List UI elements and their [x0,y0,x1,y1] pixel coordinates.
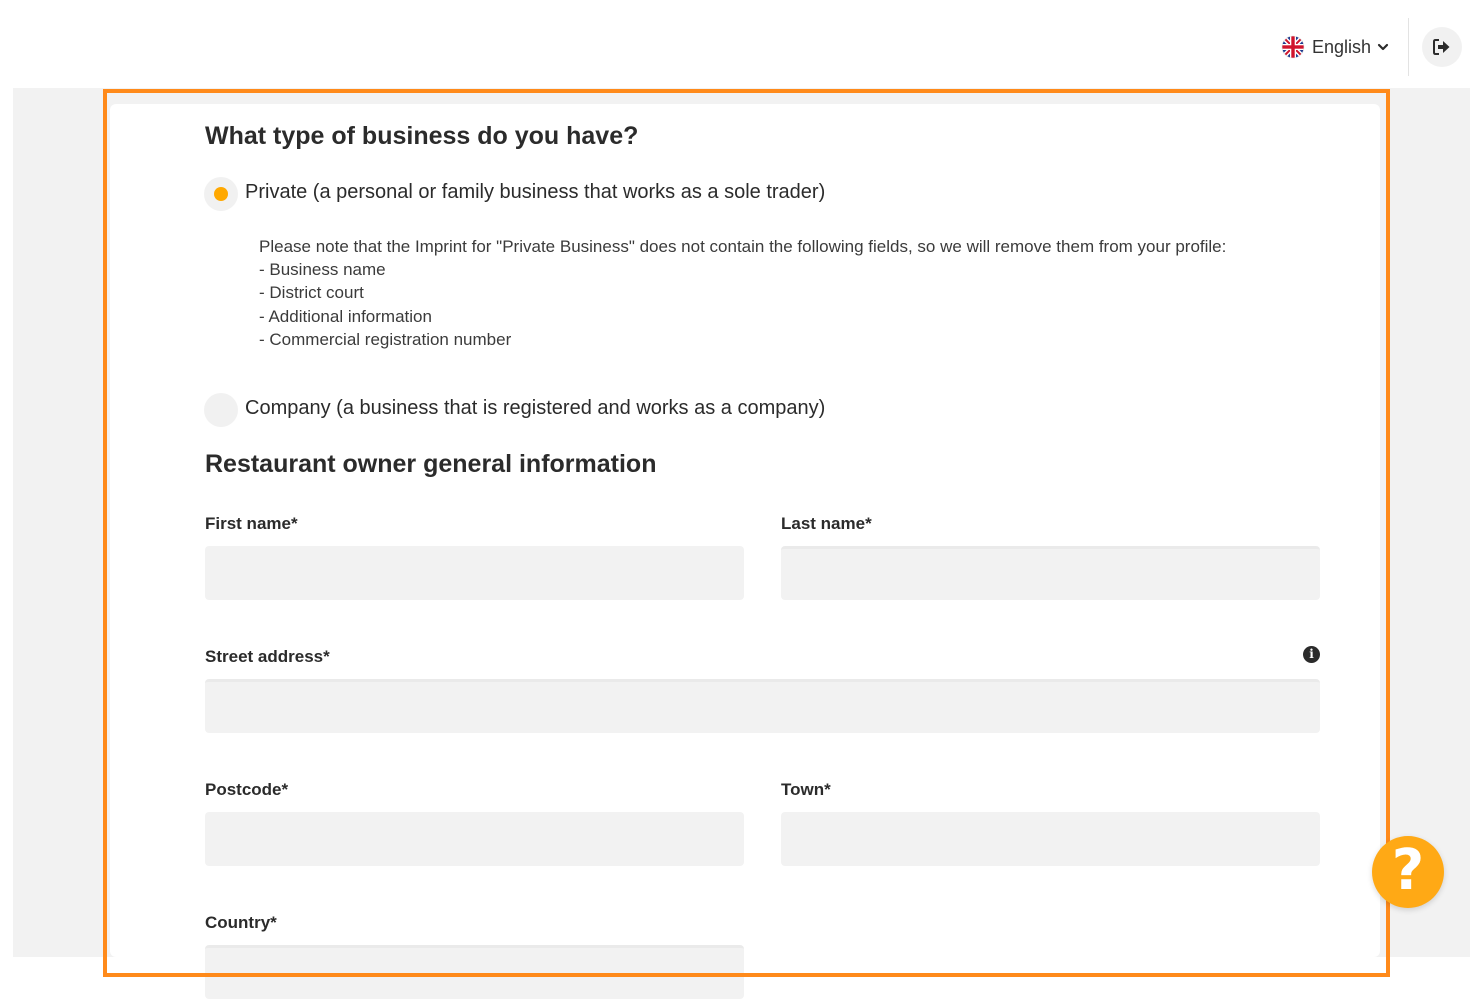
top-bar: English [0,0,1470,88]
first-name-field[interactable] [205,546,744,600]
header-divider [1408,18,1409,76]
street-address-field[interactable] [205,679,1320,733]
country-label: Country* [205,913,277,932]
last-name-field[interactable] [781,546,1320,600]
uk-flag-icon [1281,35,1305,59]
private-business-note: Please note that the Imprint for "Privat… [259,235,1279,351]
private-radio[interactable] [204,177,238,211]
question-mark-icon: ? [1391,838,1425,903]
language-label[interactable]: English [1312,37,1371,58]
note-text: Please note that the Imprint for "Privat… [259,237,1227,256]
street-address-label: Street address* [205,647,330,666]
help-button[interactable]: ? [1372,836,1444,908]
note-item: - Business name [259,260,386,280]
postcode-field[interactable] [205,812,744,866]
note-item: - District court [259,283,364,303]
country-field[interactable] [205,945,744,999]
town-label: Town* [781,780,831,799]
last-name-label: Last name* [781,514,872,533]
radio-selected-dot [214,187,228,201]
postcode-label: Postcode* [205,780,289,799]
town-field[interactable] [781,812,1320,866]
logout-button[interactable] [1422,27,1462,67]
company-option-label[interactable]: Company (a business that is registered a… [245,397,825,420]
private-option-label[interactable]: Private (a personal or family business t… [245,181,825,204]
chevron-down-icon [1377,43,1389,51]
language-selector[interactable]: English [1281,34,1389,60]
info-circle-icon[interactable]: i [1303,646,1320,663]
business-type-heading: What type of business do you have? [205,122,639,150]
first-name-label: First name* [205,514,298,533]
note-item: - Commercial registration number [259,329,512,349]
owner-info-heading: Restaurant owner general information [205,450,657,478]
sign-out-icon [1433,39,1450,55]
company-radio[interactable] [204,393,238,427]
note-item: - Additional information [259,306,432,326]
